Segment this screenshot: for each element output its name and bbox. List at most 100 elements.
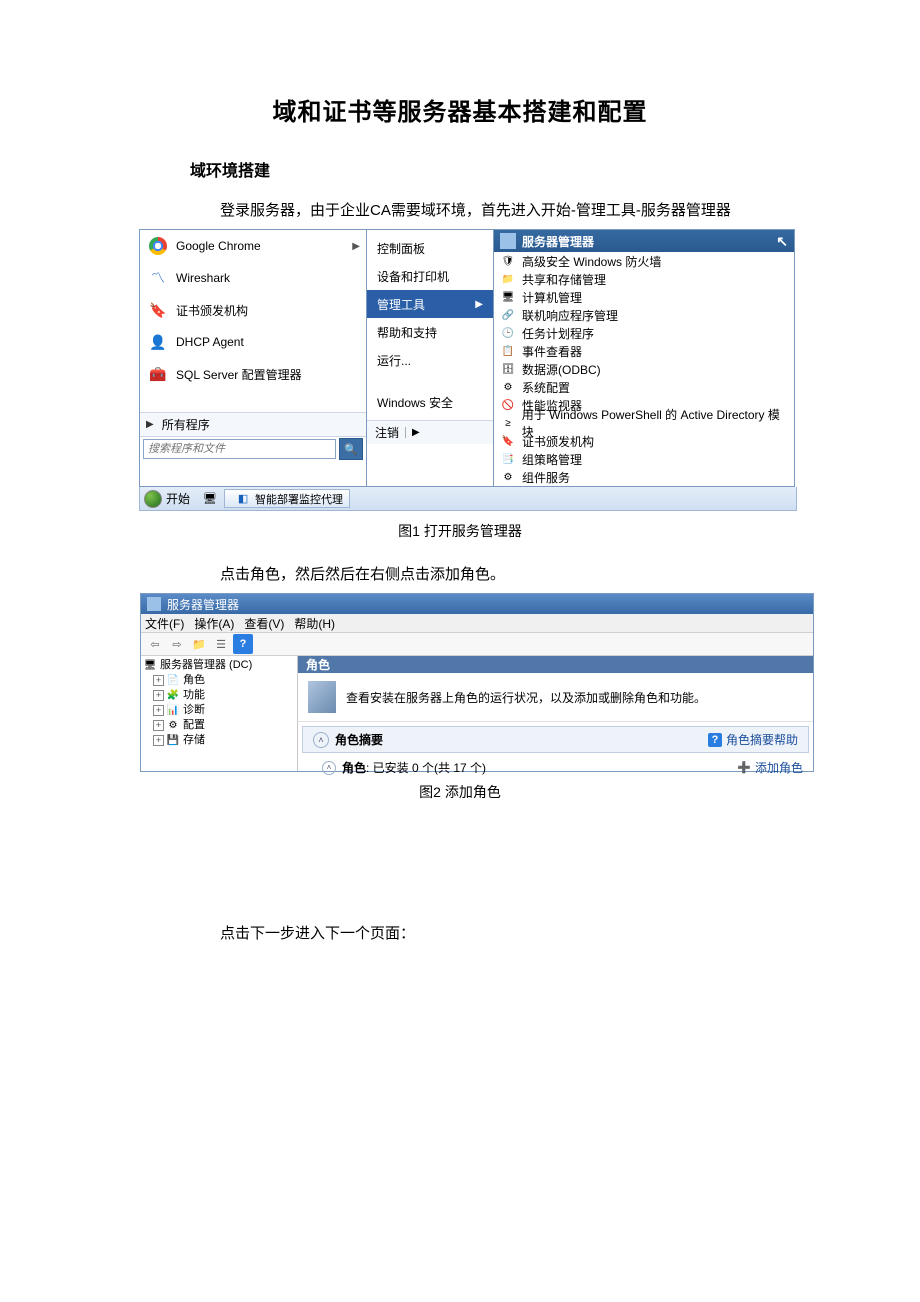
tree-features[interactable]: +🧩功能: [143, 688, 295, 703]
expand-icon[interactable]: +: [153, 735, 164, 746]
window-title: 服务器管理器: [167, 596, 239, 613]
figure-caption-1: 图1 打开服务管理器: [0, 521, 920, 541]
help-support-item[interactable]: 帮助和支持: [367, 318, 493, 346]
start-menu-programs: Google Chrome ▶ 〽 Wireshark 🔖 证书颁发机构 👤 D…: [140, 230, 367, 487]
features-icon: 🧩: [166, 690, 180, 702]
tree-roles[interactable]: +📄角色: [143, 673, 295, 688]
roles-large-icon: [308, 681, 336, 713]
summary-help-link[interactable]: ? 角色摘要帮助: [708, 731, 798, 748]
program-label: Google Chrome: [176, 239, 261, 253]
diag-icon: 📊: [166, 705, 180, 717]
taskbar: 开始 🖥 ◧ 智能部署监控代理: [139, 487, 797, 511]
perfmon-icon: 🚫: [500, 398, 516, 412]
roles-icon: 📄: [166, 675, 180, 687]
certificate-icon: 🔖: [146, 298, 170, 322]
tool-component-services[interactable]: ⚙组件服务: [494, 468, 794, 486]
server-manager-item[interactable]: 服务器管理器 ↖: [494, 230, 794, 252]
collapse-icon: ˄: [313, 732, 329, 748]
control-panel-item[interactable]: 控制面板: [367, 234, 493, 262]
program-sqlserver[interactable]: 🧰 SQL Server 配置管理器: [140, 358, 366, 390]
submenu-arrow-icon: ▶: [352, 241, 360, 252]
expand-icon[interactable]: +: [153, 690, 164, 701]
program-chrome[interactable]: Google Chrome ▶: [140, 230, 366, 262]
menu-file[interactable]: 文件(F): [145, 615, 184, 632]
taskbar-app[interactable]: ◧ 智能部署监控代理: [224, 489, 350, 508]
program-wireshark[interactable]: 〽 Wireshark: [140, 262, 366, 294]
program-label: 证书颁发机构: [176, 302, 248, 319]
run-item[interactable]: 运行...: [367, 346, 493, 374]
panel-header: 角色: [298, 656, 813, 673]
tool-task-scheduler[interactable]: 🕒任务计划程序: [494, 324, 794, 342]
arrow-right-icon: ▶: [146, 419, 154, 430]
tool-storage[interactable]: 📁共享和存储管理: [494, 270, 794, 288]
tool-odbc[interactable]: 🗄数据源(ODBC): [494, 360, 794, 378]
program-ca[interactable]: 🔖 证书颁发机构: [140, 294, 366, 326]
expand-icon[interactable]: +: [153, 675, 164, 686]
tree-config[interactable]: +⚙配置: [143, 718, 295, 733]
figure-caption-2: 图2 添加角色: [0, 782, 920, 802]
roles-label: 角色: [342, 759, 366, 776]
search-icon: 🔍: [344, 443, 358, 456]
firewall-icon: 🛡: [500, 254, 516, 268]
tool-gpmc[interactable]: 📑组策略管理: [494, 450, 794, 468]
tool-ad-powershell[interactable]: ≥用于 Windows PowerShell 的 Active Director…: [494, 414, 794, 432]
toolbar: ⇦ ⇨ 📁 ☰ ?: [141, 633, 813, 656]
add-icon: ➕: [737, 761, 751, 775]
up-button[interactable]: 📁: [189, 634, 209, 654]
summary-label: 角色摘要: [335, 731, 383, 748]
gpo-icon: 📑: [500, 452, 516, 466]
tool-firewall[interactable]: 🛡高级安全 Windows 防火墙: [494, 252, 794, 270]
help-button[interactable]: ?: [233, 634, 253, 654]
start-menu-right: 控制面板 设备和打印机 管理工具 ▶ 帮助和支持 运行... Windows 安…: [367, 230, 494, 487]
dropdown-arrow-icon[interactable]: ▶: [405, 427, 420, 438]
roles-count: : 已安装 0 个(共 17 个): [366, 759, 486, 776]
menu-view[interactable]: 查看(V): [244, 615, 284, 632]
add-role-link[interactable]: ➕ 添加角色: [737, 759, 803, 776]
server-manager-icon: [147, 597, 161, 611]
clock-icon: 🕒: [500, 326, 516, 340]
expand-icon[interactable]: +: [153, 720, 164, 731]
doc-title: 域和证书等服务器基本搭建和配置: [0, 92, 920, 127]
start-button[interactable]: 开始: [140, 487, 198, 510]
certificate-icon: 🔖: [500, 434, 516, 448]
powershell-icon: ≥: [500, 416, 516, 430]
config-icon: ⚙: [166, 720, 180, 732]
figure-1: Google Chrome ▶ 〽 Wireshark 🔖 证书颁发机构 👤 D…: [139, 229, 795, 487]
paragraph: 登录服务器，由于企业CA需要域环境，首先进入开始-管理工具-服务器管理器: [220, 199, 920, 223]
paragraph: 点击下一步进入下一个页面：: [220, 922, 920, 946]
properties-button[interactable]: ☰: [211, 634, 231, 654]
tree-storage[interactable]: +💾存储: [143, 733, 295, 748]
figure-2: 服务器管理器 文件(F) 操作(A) 查看(V) 帮助(H) ⇦ ⇨ 📁 ☰ ?…: [140, 593, 814, 772]
server-manager-icon: [500, 233, 516, 249]
database-icon: 🗄: [500, 362, 516, 376]
wireshark-icon: 〽: [146, 266, 170, 290]
windows-orb-icon: [144, 490, 162, 508]
tool-computer-mgmt[interactable]: 🖥计算机管理: [494, 288, 794, 306]
windows-security-item[interactable]: Windows 安全: [367, 388, 493, 416]
tree-diagnostics[interactable]: +📊诊断: [143, 703, 295, 718]
cursor-icon: ↖: [776, 233, 788, 250]
taskbar-icon[interactable]: 🖥: [201, 491, 219, 507]
search-button[interactable]: 🔍: [339, 438, 363, 460]
tool-event-viewer[interactable]: 📋事件查看器: [494, 342, 794, 360]
search-input[interactable]: [143, 439, 336, 459]
expand-icon[interactable]: +: [153, 705, 164, 716]
devices-printers-item[interactable]: 设备和打印机: [367, 262, 493, 290]
menu-help[interactable]: 帮助(H): [294, 615, 335, 632]
dhcp-icon: 👤: [146, 330, 170, 354]
tool-ocsp[interactable]: 🔗联机响应程序管理: [494, 306, 794, 324]
forward-button[interactable]: ⇨: [167, 634, 187, 654]
back-button[interactable]: ⇦: [145, 634, 165, 654]
tool-sysconfig[interactable]: ⚙系统配置: [494, 378, 794, 396]
tree-root[interactable]: 🖥 服务器管理器 (DC): [143, 658, 295, 673]
logoff-button[interactable]: 注销 ▶: [367, 420, 493, 444]
menu-action[interactable]: 操作(A): [194, 615, 234, 632]
storage-icon: 💾: [166, 735, 180, 747]
roles-installed-line: ˄ 角色 : 已安装 0 个(共 17 个) ➕ 添加角色: [298, 753, 813, 776]
all-programs[interactable]: ▶ 所有程序: [140, 412, 366, 436]
submenu-arrow-icon: ▶: [475, 299, 483, 310]
program-dhcp[interactable]: 👤 DHCP Agent: [140, 326, 366, 358]
role-summary-header[interactable]: ˄ 角色摘要 ? 角色摘要帮助: [302, 726, 809, 753]
admin-tools-item[interactable]: 管理工具 ▶: [367, 290, 493, 318]
storage-icon: 📁: [500, 272, 516, 286]
